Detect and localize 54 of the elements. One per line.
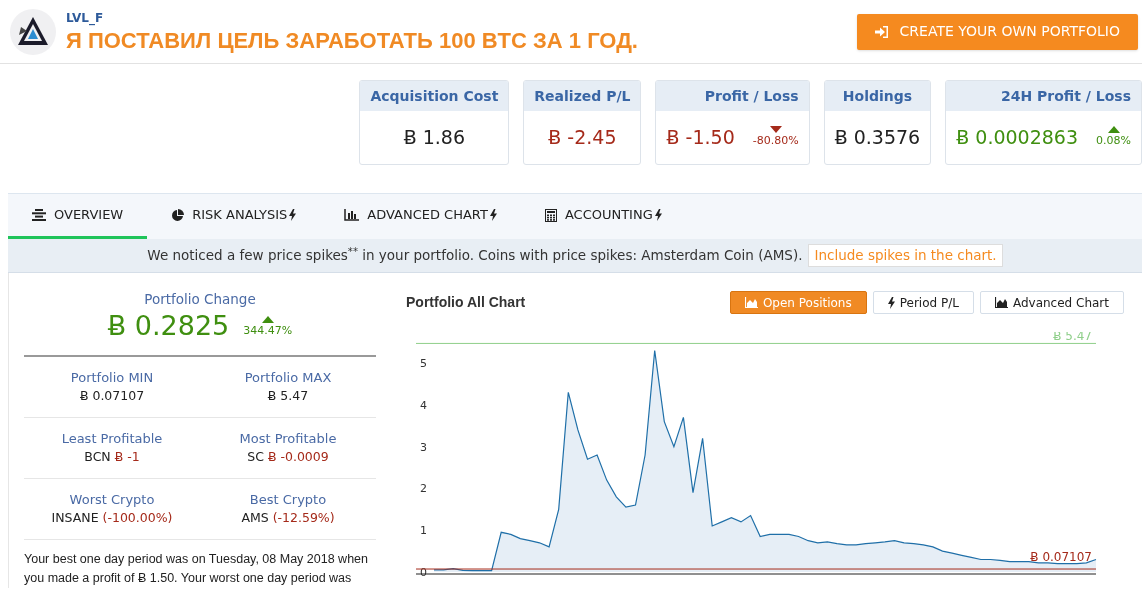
- stat-value: Ƀ -1.50: [666, 125, 735, 151]
- area-chart-icon: [744, 297, 758, 308]
- tab[interactable]: ACCOUNTING: [520, 194, 686, 239]
- axis-label: 2: [420, 482, 427, 496]
- metric-value: Ƀ 0.07107: [79, 387, 145, 406]
- metric-value: INSANE (-100.00%): [51, 509, 173, 528]
- stat-value: Ƀ 0.0002863: [956, 125, 1079, 151]
- metric-label: Most Profitable: [239, 429, 337, 448]
- stat-label: 24H Profit / Loss: [1001, 86, 1131, 106]
- metric-label: Worst Crypto: [69, 490, 155, 509]
- stat-value: Ƀ 0.3576: [834, 125, 921, 151]
- axis-label: 1: [420, 524, 427, 538]
- stat-label: Realized P/L: [534, 86, 631, 106]
- logo-icon: [10, 8, 56, 55]
- username[interactable]: LVL_F: [66, 8, 638, 27]
- summary-title: Portfolio Change: [144, 290, 256, 309]
- metric-value: BCN Ƀ -1: [84, 448, 140, 467]
- bar-chart-icon: [344, 209, 360, 221]
- tab[interactable]: ADVANCED CHART: [320, 194, 521, 239]
- stat-label: Acquisition Cost: [370, 86, 499, 106]
- calculator-icon: [544, 208, 557, 222]
- portfolio-title: Я ПОСТАВИЛ ЦЕЛЬ ЗАРАБОТАТЬ 100 BTC ЗА 1 ГОД.: [66, 26, 638, 55]
- reference-label: Ƀ 5.47: [1053, 332, 1092, 344]
- metric-label: Best Crypto: [249, 490, 327, 509]
- lightning-icon: [887, 296, 895, 309]
- metric-label: Portfolio MAX: [244, 368, 332, 387]
- portfolio-change-percent: 344.47%: [243, 322, 293, 339]
- axis-label: 3: [420, 440, 427, 454]
- stat-value: Ƀ -2.45: [548, 125, 617, 151]
- portfolio-change-value: Ƀ 0.2825: [107, 309, 230, 343]
- notice-text: We noticed a few price spikes$^{**}$ in your portfolio. Coins with price spikes: Amsterdam Coin (AMS).: [147, 245, 803, 266]
- chart-mode-button[interactable]: Advanced Chart: [979, 291, 1124, 314]
- axis-label: 5: [420, 357, 427, 371]
- metric-label: Portfolio MIN: [70, 368, 154, 387]
- stat-label: Holdings: [842, 86, 913, 106]
- area-chart-icon: [994, 297, 1008, 308]
- chart-title: Portfolio All Chart: [406, 293, 526, 312]
- stat-label: Profit / Loss: [704, 86, 799, 106]
- stat-change: -80.80%: [752, 132, 799, 149]
- align-icon: [32, 209, 46, 221]
- tab[interactable]: RISK ANALYSIS: [147, 194, 321, 239]
- axis-label: 4: [420, 398, 427, 412]
- metric-label: Least Profitable: [61, 429, 163, 448]
- metric-value: AMS (-12.59%): [241, 509, 335, 528]
- summary-paragraph: Your best one day period was on Tuesday, 08 May 2018 when you made a profit of Ƀ 1.50. Your worst one day period was: [24, 551, 368, 587]
- stat-value: Ƀ 1.86: [403, 125, 466, 151]
- metric-value: SC Ƀ -0.0009: [247, 448, 329, 467]
- axis-label: 0: [420, 566, 427, 579]
- sign-in-icon: [874, 25, 888, 38]
- stat-change: 0.08%: [1096, 132, 1131, 149]
- reference-label: Ƀ 0.07107: [1030, 550, 1092, 565]
- chart-mode-button[interactable]: Period P/L: [872, 291, 974, 314]
- metric-value: Ƀ 5.47: [267, 387, 309, 406]
- pie-chart-icon: [171, 208, 185, 222]
